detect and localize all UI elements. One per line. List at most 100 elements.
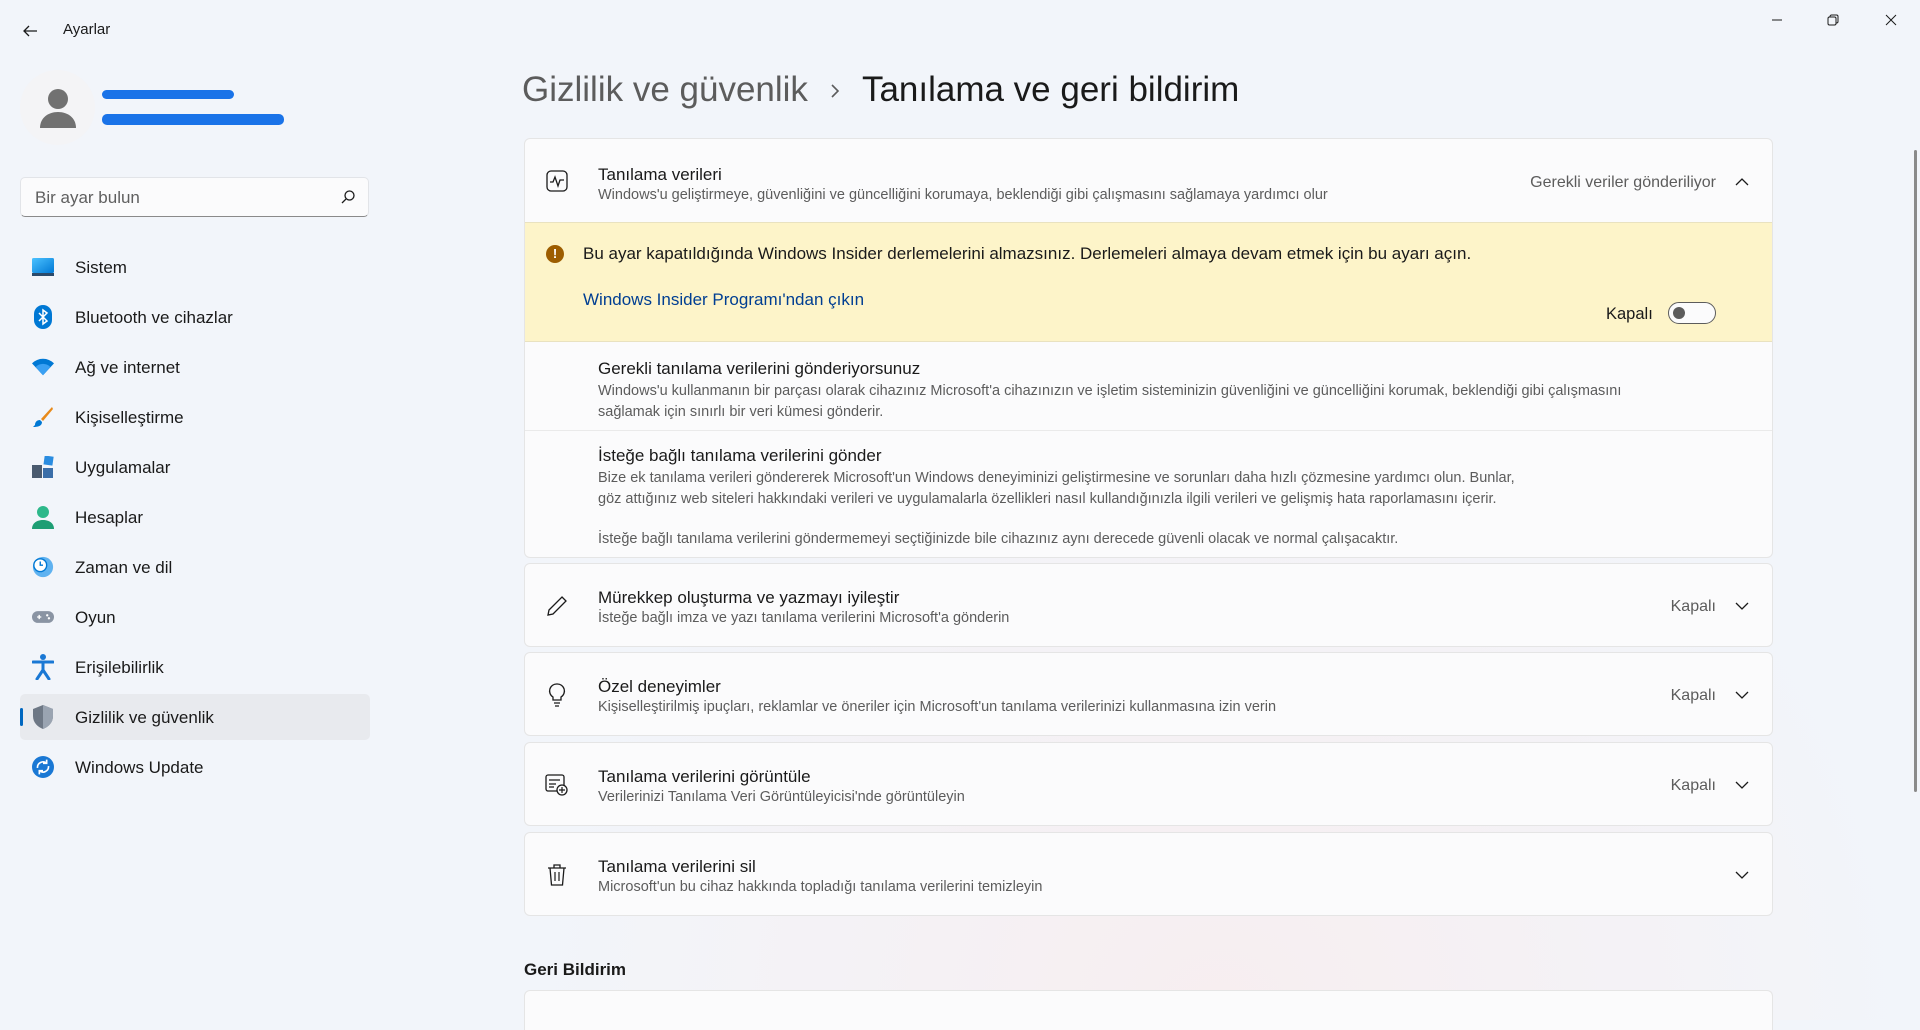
- required-data-desc-line: sağlamak için sınırlı bir veri kümesi gö…: [598, 404, 884, 420]
- sidebar-item-windows-update[interactable]: Windows Update: [20, 744, 370, 790]
- card-title: Tanılama verileri: [598, 165, 722, 184]
- optional-data-note: İsteğe bağlı tanılama verilerini gönderm…: [598, 531, 1399, 547]
- leave-insider-program-link[interactable]: Windows Insider Programı'ndan çıkın: [583, 290, 864, 310]
- back-arrow-icon: [23, 25, 37, 37]
- data-viewer-icon: [545, 773, 569, 797]
- sidebar-item-label: Uygulamalar: [75, 458, 171, 477]
- restore-icon: [1827, 14, 1839, 26]
- warning-icon: !: [546, 245, 564, 263]
- required-data-title: Gerekli tanılama verilerini gönderiyorsu…: [598, 359, 921, 378]
- back-button[interactable]: [14, 15, 46, 47]
- search-input[interactable]: [33, 186, 337, 210]
- card-description: Windows'u geliştirmeye, güvenliğini ve g…: [598, 187, 1328, 203]
- sidebar-item-label: Bluetooth ve cihazlar: [75, 308, 233, 327]
- sidebar-item-label: Hesaplar: [75, 508, 144, 527]
- gamepad-icon: [32, 606, 54, 628]
- divider: [525, 430, 1772, 431]
- chevron-down-icon: [1732, 865, 1752, 885]
- wifi-icon: [32, 356, 54, 378]
- sidebar-item-gaming[interactable]: Oyun: [20, 594, 370, 640]
- card-title: Tanılama verilerini görüntüle: [598, 767, 811, 786]
- sidebar-nav: Sistem Bluetooth ve cihazlar Ağ ve inter…: [20, 244, 370, 794]
- redacted-email: [102, 114, 284, 125]
- trash-icon: [545, 863, 569, 887]
- minimize-icon: [1772, 19, 1782, 21]
- card-status: Kapalı: [1670, 687, 1716, 704]
- optional-data-description: Bize ek tanılama verileri göndererek Mic…: [598, 468, 1515, 510]
- brush-icon: [32, 406, 54, 428]
- sidebar-item-label: Ağ ve internet: [75, 358, 180, 377]
- minimize-button[interactable]: [1748, 0, 1806, 40]
- card-status: Gerekli veriler gönderiliyor: [1530, 174, 1716, 191]
- avatar: [20, 70, 95, 145]
- required-data-description: Windows'u kullanmanın bir parçası olarak…: [598, 381, 1621, 423]
- card-description: Verilerinizi Tanılama Veri Görüntüleyici…: [598, 789, 965, 805]
- toggle-knob: [1673, 306, 1685, 319]
- sidebar-item-label: Sistem: [75, 258, 127, 277]
- required-data-desc-line: Windows'u kullanmanın bir parçası olarak…: [598, 383, 1622, 399]
- tailored-experiences-card[interactable]: Özel deneyimler Kişiselleştirilmiş ipuçl…: [524, 652, 1773, 736]
- breadcrumb: Gizlilik ve güvenlik Tanılama ve geri bil…: [522, 70, 1239, 112]
- card-status: Kapalı: [1670, 777, 1716, 794]
- sidebar-item-label: Erişilebilirlik: [75, 658, 164, 677]
- sidebar-item-accessibility[interactable]: Erişilebilirlik: [20, 644, 370, 690]
- chevron-up-icon: [1732, 172, 1752, 192]
- lightbulb-icon: [545, 683, 569, 707]
- pen-icon: [545, 594, 569, 618]
- inking-typing-card[interactable]: Mürekkep oluşturma ve yazmayı iyileştir …: [524, 563, 1773, 647]
- app-title: Ayarlar: [63, 21, 111, 38]
- card-description: Microsoft'un bu cihaz hakkında topladığı…: [598, 879, 1043, 895]
- chevron-right-icon: [830, 68, 840, 108]
- chevron-down-icon: [1732, 775, 1752, 795]
- diagnostic-data-header[interactable]: Tanılama verileri Windows'u geliştirmeye…: [525, 139, 1772, 222]
- title-bar: Ayarlar: [0, 0, 1920, 60]
- sidebar-item-network[interactable]: Ağ ve internet: [20, 344, 370, 390]
- sidebar-item-apps[interactable]: Uygulamalar: [20, 444, 370, 490]
- sidebar-item-personalization[interactable]: Kişiselleştirme: [20, 394, 370, 440]
- search-icon: [341, 190, 355, 204]
- sidebar-item-bluetooth[interactable]: Bluetooth ve cihazlar: [20, 294, 370, 340]
- redacted-name: [102, 90, 234, 99]
- bluetooth-icon: [32, 305, 54, 329]
- person-placeholder-icon: [39, 88, 76, 128]
- view-diagnostic-data-card[interactable]: Tanılama verilerini görüntüle Verilerini…: [524, 742, 1773, 826]
- chevron-down-icon: [1732, 685, 1752, 705]
- sidebar-item-time-language[interactable]: Zaman ve dil: [20, 544, 370, 590]
- optional-data-desc-line: göz attığınız web siteleri hakkındaki ve…: [598, 491, 1497, 507]
- page-title: Tanılama ve geri bildirim: [861, 70, 1240, 109]
- update-icon: [32, 756, 54, 778]
- activity-pulse-icon: [545, 169, 569, 193]
- sidebar-item-label: Zaman ve dil: [75, 558, 173, 577]
- optional-data-desc-line: Bize ek tanılama verileri göndererek Mic…: [598, 470, 1515, 486]
- card-description: Kişiselleştirilmiş ipuçları, reklamlar v…: [598, 699, 1277, 715]
- scrollbar[interactable]: [1914, 150, 1917, 792]
- optional-data-toggle[interactable]: [1668, 302, 1716, 324]
- sidebar-item-label: Windows Update: [75, 758, 204, 777]
- shield-icon: [32, 705, 54, 729]
- toggle-state-label: Kapalı: [1606, 305, 1653, 323]
- optional-data-title: İsteğe bağlı tanılama verilerini gönder: [598, 446, 882, 465]
- sidebar-item-system[interactable]: Sistem: [20, 244, 370, 290]
- restore-button[interactable]: [1804, 0, 1862, 40]
- delete-diagnostic-data-card[interactable]: Tanılama verilerini sil Microsoft'un bu …: [524, 832, 1773, 916]
- user-profile[interactable]: [20, 70, 380, 146]
- feedback-card[interactable]: [524, 990, 1773, 1030]
- card-title: Tanılama verilerini sil: [598, 857, 756, 876]
- sidebar-item-label: Oyun: [75, 608, 116, 627]
- clock-globe-icon: [32, 556, 54, 578]
- person-icon: [32, 506, 54, 529]
- warning-text: Bu ayar kapatıldığında Windows Insider d…: [583, 244, 1472, 263]
- chevron-down-icon: [1732, 596, 1752, 616]
- sidebar-item-label: Kişiselleştirme: [75, 408, 184, 427]
- accessibility-icon: [32, 654, 54, 680]
- sidebar-item-label: Gizlilik ve güvenlik: [75, 708, 214, 727]
- breadcrumb-parent[interactable]: Gizlilik ve güvenlik: [522, 70, 808, 109]
- sidebar-item-accounts[interactable]: Hesaplar: [20, 494, 370, 540]
- insider-warning-banner: ! Bu ayar kapatıldığında Windows Insider…: [525, 222, 1772, 342]
- monitor-icon: [32, 256, 54, 278]
- close-button[interactable]: [1862, 0, 1920, 40]
- diagnostic-data-card: Tanılama verileri Windows'u geliştirmeye…: [524, 138, 1773, 558]
- feedback-section-heading: Geri Bildirim: [524, 960, 627, 979]
- search-box[interactable]: [20, 177, 369, 217]
- sidebar-item-privacy-security[interactable]: Gizlilik ve güvenlik: [20, 694, 370, 740]
